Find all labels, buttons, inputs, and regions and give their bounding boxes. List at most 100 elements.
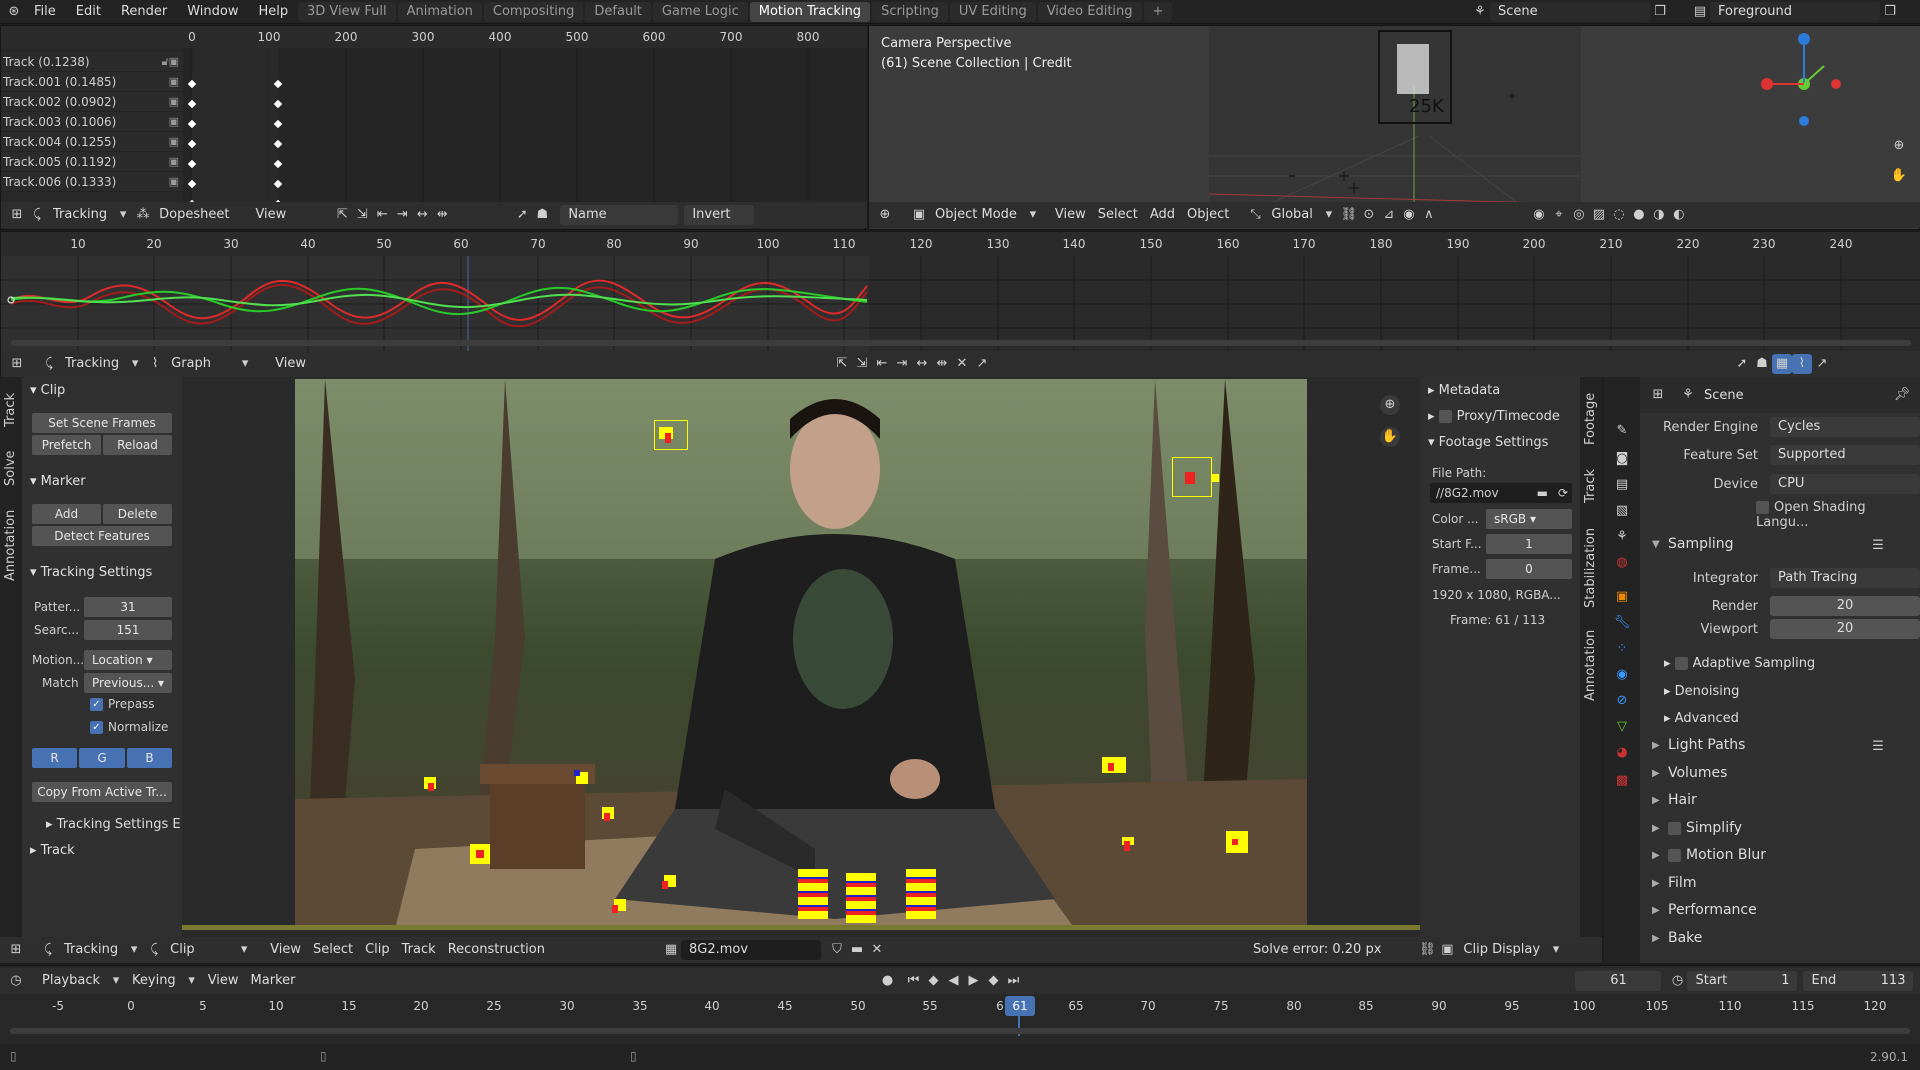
tracking-marker[interactable] <box>1120 835 1136 851</box>
lock-icon[interactable]: ▣ <box>169 172 179 192</box>
section-adaptive-sampling[interactable]: ▸ Adaptive Sampling <box>1664 656 1815 671</box>
track-row[interactable]: Track.004 (0.1255) ▣ <box>1 132 183 152</box>
clip-view[interactable]: ⊕ ✋ <box>182 377 1420 937</box>
blender-logo-icon[interactable]: ⊛ <box>4 2 24 22</box>
select-menu[interactable]: Select <box>307 939 359 961</box>
scene-field[interactable]: Scene <box>1490 2 1650 22</box>
tracking-marker-cluster[interactable] <box>794 869 834 924</box>
checkbox-icon[interactable] <box>1674 657 1688 670</box>
device-dropdown[interactable]: CPU <box>1770 474 1920 494</box>
playback-menu[interactable]: Playback <box>36 970 106 992</box>
gizmo-icon[interactable]: ⌖ <box>1549 205 1569 225</box>
viewport-samples-field[interactable]: 20 <box>1770 619 1920 639</box>
tool-icon[interactable]: ⇥ <box>892 354 912 374</box>
mode-dropdown[interactable]: Tracking <box>59 353 125 375</box>
delete-marker-button[interactable]: Delete <box>103 504 172 524</box>
section-hair[interactable]: ▶ Hair <box>1652 792 1697 808</box>
proportional-edit-icon[interactable]: ◉ <box>1399 205 1419 225</box>
tab-video-editing[interactable]: Video Editing <box>1037 2 1142 22</box>
checkbox-icon[interactable] <box>1438 410 1452 423</box>
checkbox-icon[interactable] <box>1668 821 1681 835</box>
jump-start-icon[interactable]: ⏮ <box>903 971 923 991</box>
tab-stabilization[interactable]: Stabilization <box>1583 523 1598 613</box>
stopwatch-icon[interactable]: ◷ <box>1667 971 1687 991</box>
zoom-icon[interactable]: ⊕ <box>1889 136 1909 156</box>
track-row[interactable]: Track.002 (0.0902) ▣ <box>1 92 183 112</box>
add-marker-button[interactable]: Add <box>32 504 101 524</box>
tool-icon[interactable]: ↗ <box>972 354 992 374</box>
panel-proxy[interactable]: ▸ Proxy/Timecode <box>1428 409 1560 424</box>
tool-icon[interactable]: ⇲ <box>352 205 372 225</box>
menu-window[interactable]: Window <box>177 1 248 23</box>
tool-icon[interactable]: ✎ <box>1612 421 1632 441</box>
zoom-icon[interactable]: ⊕ <box>1380 395 1400 415</box>
osl-checkbox[interactable]: Open Shading Langu... <box>1756 500 1920 530</box>
tracking-marker[interactable] <box>468 842 492 866</box>
section-light-paths[interactable]: ▶ Light Paths <box>1652 737 1745 753</box>
invert-toggle[interactable]: Invert <box>684 205 755 225</box>
select-icon[interactable]: ➚ <box>512 205 532 225</box>
jump-keyframe-forward-icon[interactable]: ◆ <box>983 971 1003 991</box>
display-error-icon[interactable]: ↗ <box>1812 354 1832 374</box>
tool-icon[interactable]: ↔ <box>412 205 432 225</box>
marker-menu[interactable]: Marker <box>245 970 302 992</box>
dopesheet-icon[interactable]: ⁂ <box>133 205 153 225</box>
panel-track[interactable]: ▸ Track <box>22 839 75 863</box>
render-samples-field[interactable]: 20 <box>1770 596 1920 616</box>
object-mode-icon[interactable]: ▣ <box>909 205 929 225</box>
fake-user-icon[interactable]: ⛉ <box>827 940 847 960</box>
tab-animation[interactable]: Animation <box>397 2 482 22</box>
close-icon[interactable]: ✕ <box>867 940 887 960</box>
editor-type-icon[interactable]: ⊞ <box>6 940 26 960</box>
falloff-icon[interactable]: ∧ <box>1419 205 1439 225</box>
editor-type-icon[interactable]: ⊞ <box>7 205 27 225</box>
tracking-marker[interactable] <box>1224 829 1250 855</box>
pattern-size-field[interactable]: 31 <box>84 597 172 617</box>
tab-game-logic[interactable]: Game Logic <box>652 2 748 22</box>
view-layer-icon[interactable]: ▧ <box>1612 501 1632 521</box>
tab-annotation-right[interactable]: Annotation <box>1583 625 1598 705</box>
view-layer-icon[interactable]: ▤ <box>1690 2 1710 22</box>
lock-icon[interactable]: ▣ <box>169 152 179 172</box>
tool-icon[interactable]: ⇱ <box>832 354 852 374</box>
list-icon[interactable]: ☰ <box>1868 737 1888 757</box>
add-menu[interactable]: Add <box>1144 204 1181 226</box>
section-motion-blur[interactable]: ▶ Motion Blur <box>1652 847 1766 863</box>
panel-marker[interactable]: ▾ Marker <box>22 470 86 494</box>
track-row[interactable]: Track.001 (0.1485) ▣ <box>1 72 183 92</box>
tracking-marker[interactable] <box>612 897 628 913</box>
render-icon[interactable]: ◙ <box>1612 449 1632 469</box>
open-folder-icon[interactable]: ▬ <box>847 940 867 960</box>
tab-compositing[interactable]: Compositing <box>483 2 584 22</box>
world-icon[interactable]: ◍ <box>1612 553 1632 573</box>
section-performance[interactable]: ▶ Performance <box>1652 902 1757 918</box>
tool-icon[interactable]: ⇹ <box>932 354 952 374</box>
mode-dropdown[interactable]: Tracking <box>47 204 113 226</box>
channel-r-toggle[interactable]: R <box>32 748 77 768</box>
match-dropdown[interactable]: Previous... ▾ <box>84 673 172 693</box>
tracking-mode-icon[interactable]: ⤹ <box>39 354 59 374</box>
lock-icon[interactable]: ▣ <box>169 112 179 132</box>
tracking-marker[interactable] <box>1100 755 1128 775</box>
scene-icon[interactable]: ⚘ <box>1470 2 1490 22</box>
section-simplify[interactable]: ▶ Simplify <box>1652 820 1742 836</box>
xray-icon[interactable]: ▨ <box>1589 205 1609 225</box>
orientation-dropdown[interactable]: Global <box>1265 204 1318 226</box>
tab-solve[interactable]: Solve <box>3 443 18 493</box>
pin-icon[interactable]: 📌︎ <box>1892 385 1912 405</box>
tool-icon[interactable]: ⇥ <box>392 205 412 225</box>
track-row[interactable]: Track.003 (0.1006) ▣ <box>1 112 183 132</box>
detect-features-button[interactable]: Detect Features <box>32 526 172 546</box>
list-icon[interactable]: ☰ <box>1868 536 1888 556</box>
start-frame-field[interactable]: 1 <box>1486 534 1572 554</box>
record-icon[interactable]: ● <box>877 971 897 991</box>
movie-clip-icon[interactable]: ▦ <box>661 940 681 960</box>
track-row[interactable]: Track.005 (0.1192) ▣ <box>1 152 183 172</box>
tab-track-right[interactable]: Track <box>1583 461 1598 511</box>
select-icon[interactable]: ➚ <box>1732 354 1752 374</box>
pivot-icon[interactable]: ⛓ <box>1417 940 1437 960</box>
play-icon[interactable]: ▶ <box>963 971 983 991</box>
view-menu[interactable]: View <box>269 353 312 375</box>
section-bake[interactable]: ▶ Bake <box>1652 930 1702 946</box>
modifier-icon[interactable]: 🔧︎ <box>1612 613 1632 633</box>
